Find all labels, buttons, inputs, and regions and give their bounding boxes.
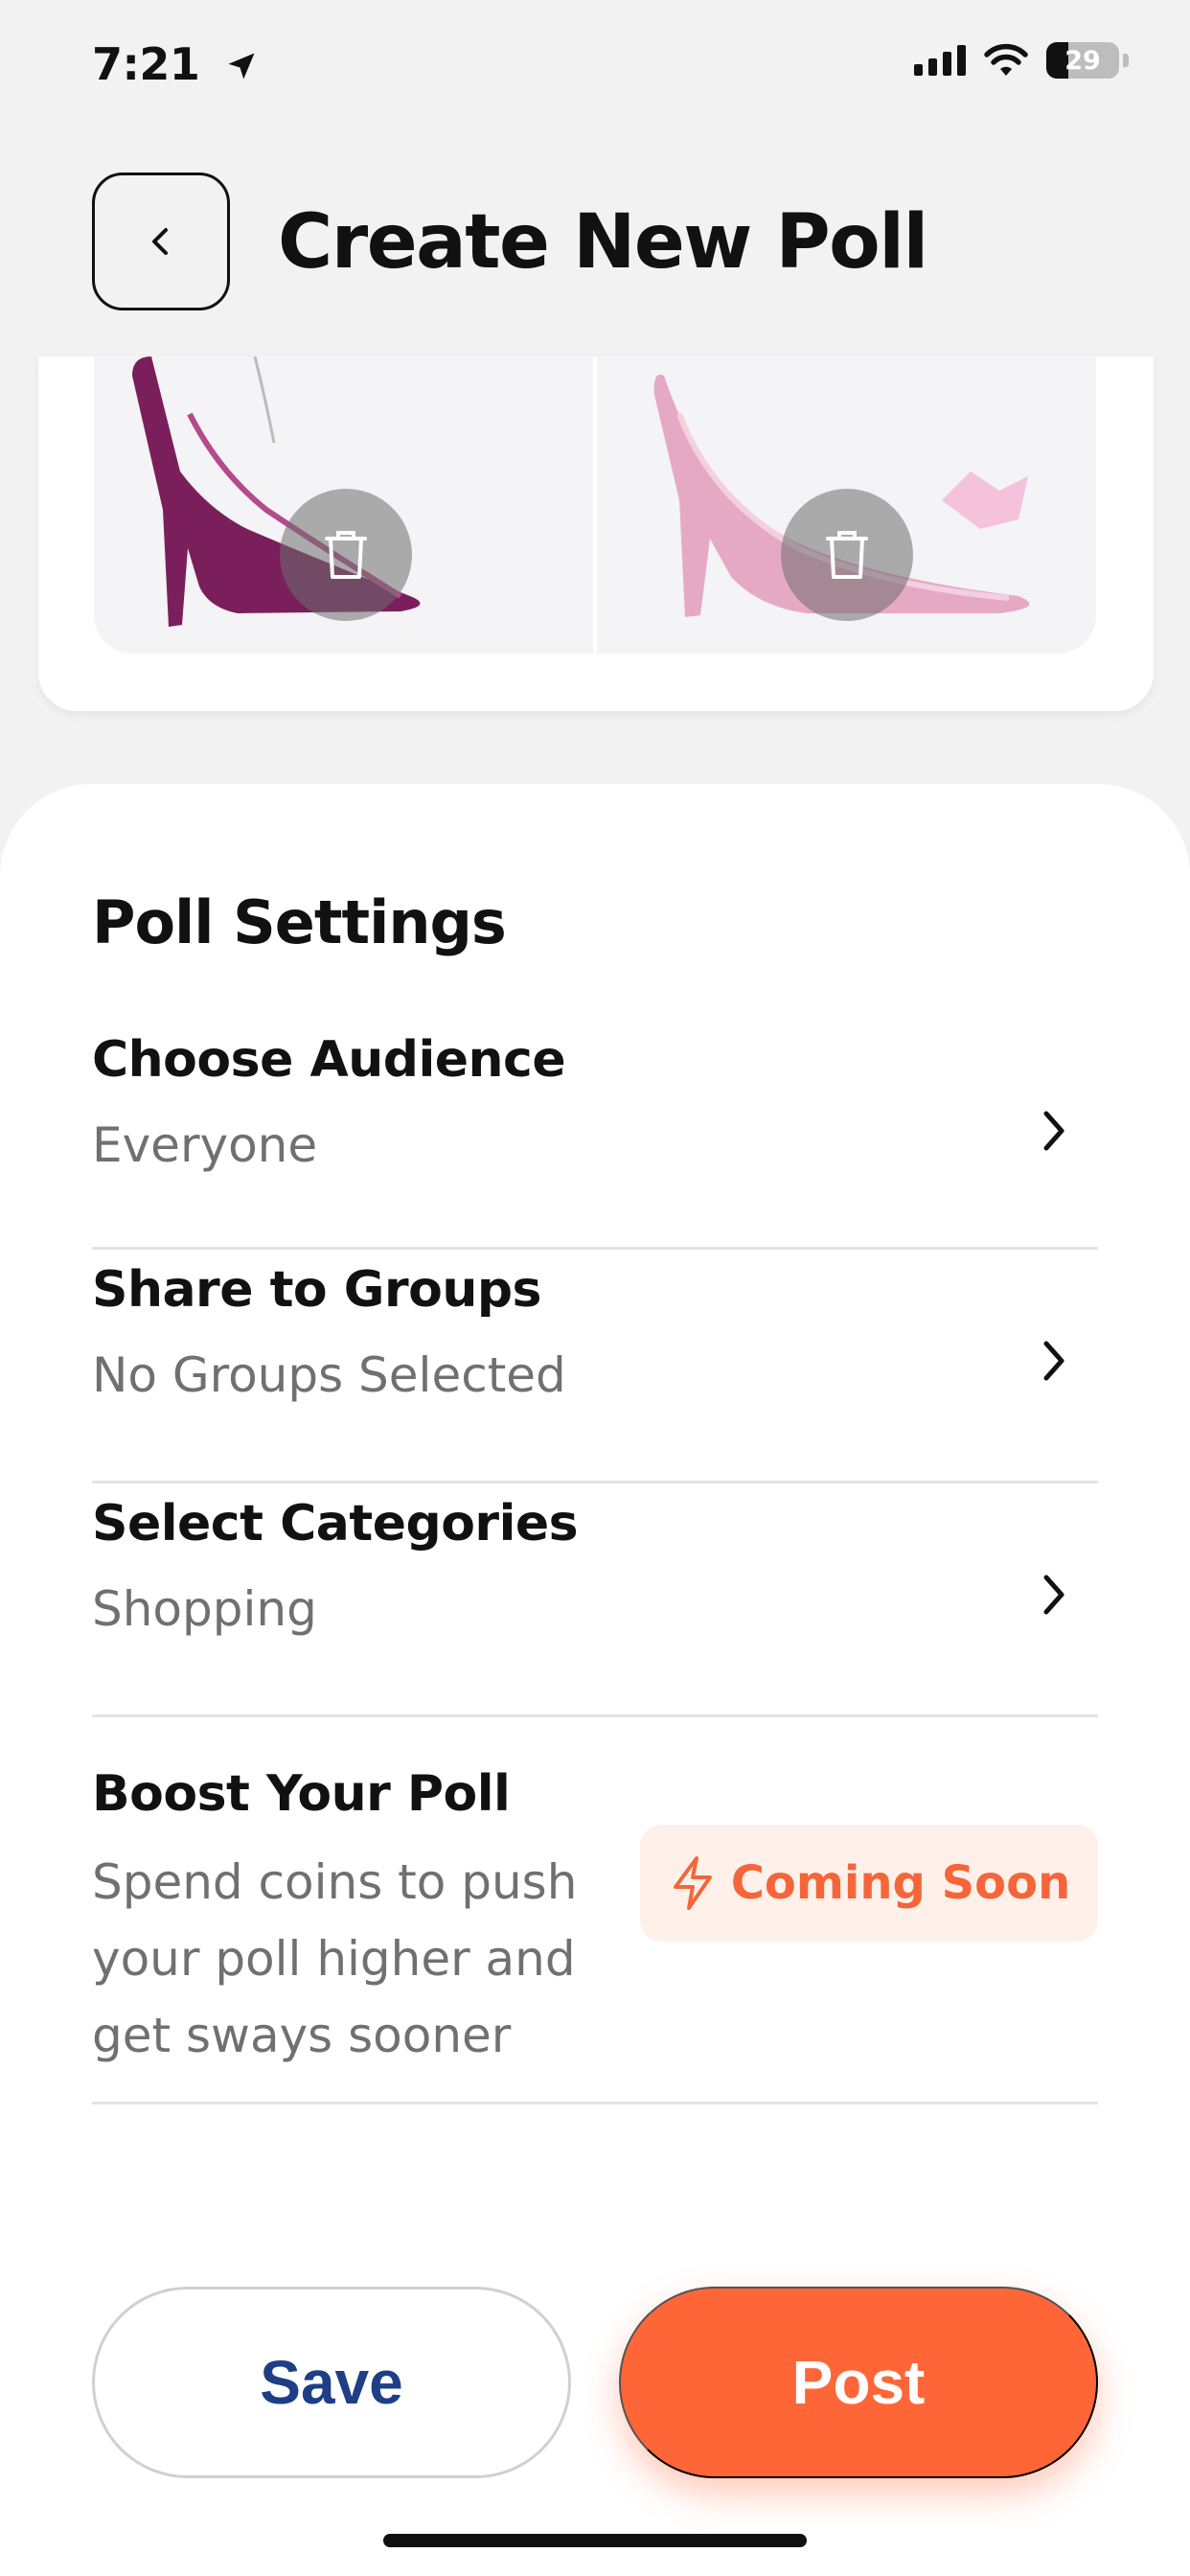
signal-icon — [914, 45, 966, 76]
option-image-2[interactable] — [597, 356, 1096, 654]
select-categories-row[interactable]: Select Categories Shopping — [92, 1484, 1098, 1717]
trash-icon — [325, 531, 367, 579]
page-title: Create New Poll — [278, 199, 928, 286]
battery-icon: 29 — [1046, 42, 1119, 79]
post-button[interactable]: Post — [619, 2287, 1098, 2478]
battery-cap — [1123, 54, 1129, 67]
boost-description: Spend coins to push your poll higher and… — [92, 1854, 578, 2063]
home-indicator — [383, 2534, 807, 2547]
delete-image-button[interactable] — [781, 489, 913, 621]
setting-title: Select Categories — [92, 1495, 579, 1552]
battery-level: 29 — [1064, 45, 1101, 76]
choose-audience-row[interactable]: Choose Audience Everyone — [92, 1025, 1098, 1250]
delete-image-button[interactable] — [280, 489, 412, 621]
status-time: 7:21 — [92, 38, 259, 90]
chevron-right-icon — [1043, 1341, 1064, 1381]
status-icons: 29 — [914, 42, 1129, 79]
coming-soon-label: Coming Soon — [730, 1856, 1071, 1910]
poll-image-row — [94, 356, 1096, 654]
chevron-right-icon — [1043, 1111, 1064, 1151]
boost-poll-row: Boost Your Poll Spend coins to push your… — [92, 1717, 1098, 2104]
setting-value: Shopping — [92, 1581, 317, 1637]
chevron-right-icon — [1043, 1575, 1064, 1615]
bottom-action-bar: Save Post — [0, 2196, 1190, 2576]
save-button[interactable]: Save — [92, 2287, 571, 2478]
coming-soon-badge: Coming Soon — [640, 1825, 1098, 1942]
wifi-icon — [984, 43, 1028, 76]
poll-images-card — [38, 356, 1154, 711]
chevron-left-icon — [152, 228, 168, 255]
back-button[interactable] — [92, 172, 230, 310]
trash-icon — [826, 531, 868, 579]
setting-title: Boost Your Poll — [92, 1765, 511, 1823]
setting-title: Share to Groups — [92, 1261, 542, 1319]
setting-value: Everyone — [92, 1117, 318, 1173]
option-image-1[interactable] — [94, 356, 593, 654]
setting-title: Choose Audience — [92, 1031, 566, 1089]
setting-value: No Groups Selected — [92, 1347, 566, 1403]
status-bar: 7:21 29 — [0, 0, 1190, 134]
location-arrow-icon — [228, 53, 255, 80]
share-to-groups-row[interactable]: Share to Groups No Groups Selected — [92, 1250, 1098, 1484]
section-title: Poll Settings — [92, 887, 507, 957]
lightning-icon — [673, 1856, 712, 1910]
